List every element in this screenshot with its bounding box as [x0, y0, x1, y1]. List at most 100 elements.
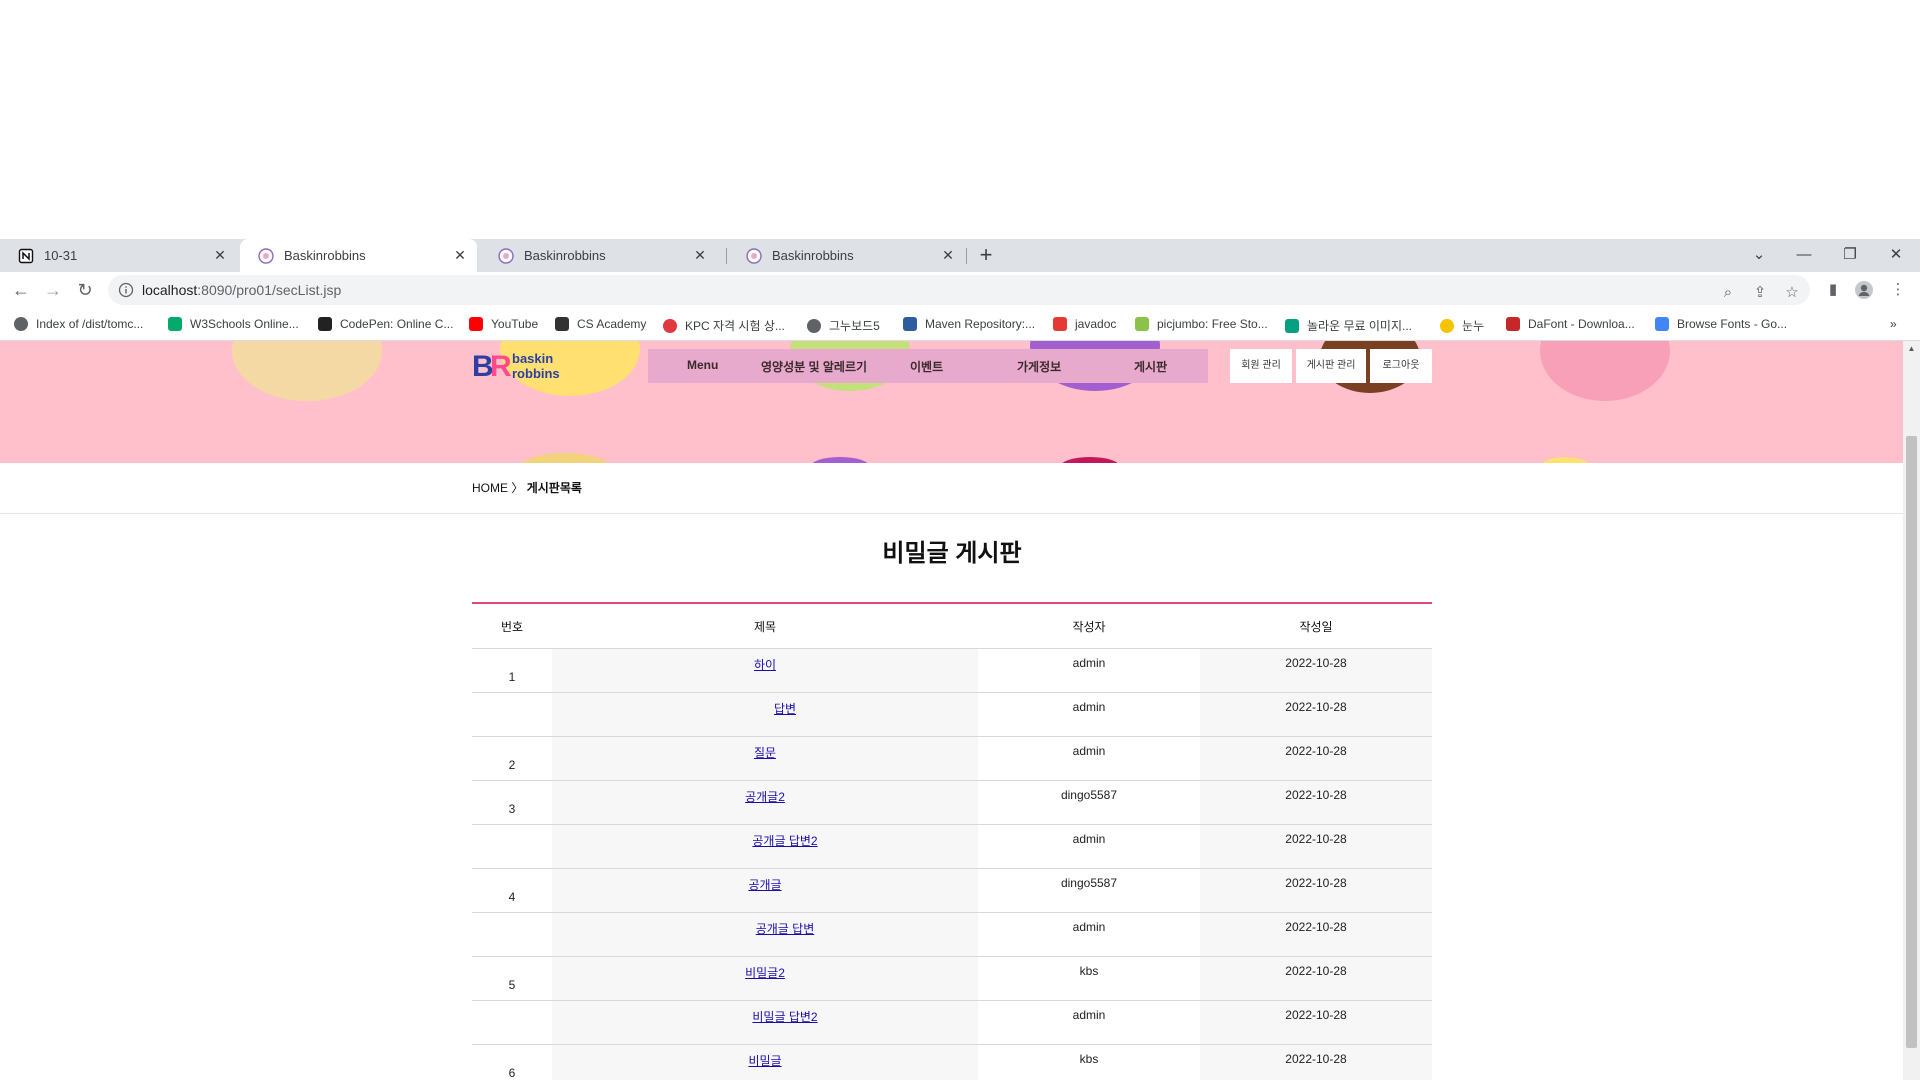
cell-date: 2022-10-28: [1200, 1044, 1432, 1080]
baskin-robbins-logo[interactable]: B R baskin robbins: [472, 347, 568, 383]
post-title-link[interactable]: 비밀글2: [745, 966, 785, 980]
profile-icon[interactable]: [1855, 281, 1873, 299]
reload-icon[interactable]: ↻: [74, 279, 96, 301]
tab-title: 10-31: [44, 248, 78, 263]
close-icon[interactable]: ✕: [453, 248, 467, 262]
back-icon[interactable]: ←: [10, 279, 32, 301]
more-icon[interactable]: ⋮: [1889, 281, 1907, 299]
bookmark-item[interactable]: Index of /dist/tomc...: [14, 317, 143, 331]
zoom-icon[interactable]: ⌕: [1719, 284, 1737, 302]
post-title-link[interactable]: 질문: [754, 746, 776, 760]
cell-author: admin: [978, 1000, 1200, 1045]
board-admin-button[interactable]: 게시판 관리: [1296, 349, 1366, 383]
member-admin-button[interactable]: 회원 관리: [1230, 349, 1292, 383]
nav-nutrition[interactable]: 영양성분 및 알레르기: [761, 358, 867, 375]
table-row: 공개글 답변2 admin 2022-10-28: [472, 824, 1432, 869]
post-title-link[interactable]: 하이: [754, 658, 776, 672]
bookmark-item[interactable]: CodePen: Online C...: [318, 317, 453, 331]
nav-event[interactable]: 이벤트: [910, 358, 943, 375]
cell-author: admin: [978, 824, 1200, 869]
cell-no: [472, 692, 552, 737]
close-icon[interactable]: ✕: [213, 248, 227, 262]
column-header-title: 제목: [552, 603, 978, 649]
bookmark-item[interactable]: CS Academy: [555, 317, 646, 331]
tab-1[interactable]: 10-31 ✕: [0, 239, 237, 272]
breadcrumb-home[interactable]: HOME: [472, 481, 508, 495]
post-date: 2022-10-28: [1285, 656, 1347, 670]
share-icon[interactable]: ⇪: [1751, 284, 1769, 302]
column-header-date: 작성일: [1200, 603, 1432, 649]
nav-store-info[interactable]: 가게정보: [1017, 358, 1061, 375]
close-window-icon[interactable]: ✕: [1884, 244, 1908, 266]
reply-title-link[interactable]: 비밀글 답변2: [752, 1010, 817, 1024]
post-date: 2022-10-28: [1285, 920, 1347, 934]
minimize-icon[interactable]: —: [1792, 244, 1816, 266]
table-row: 3 공개글2 dingo5587 2022-10-28: [472, 780, 1432, 825]
column-header-no: 번호: [472, 603, 552, 649]
cell-date: 2022-10-28: [1200, 868, 1432, 913]
tab-3[interactable]: Baskinrobbins ✕: [480, 239, 717, 272]
oracle-icon: [1053, 317, 1067, 331]
bookmark-item[interactable]: YouTube: [469, 317, 538, 331]
post-title-link[interactable]: 비밀글: [748, 1054, 781, 1068]
cell-title: 공개글 답변2: [552, 824, 978, 869]
cell-title: 답변: [552, 692, 978, 737]
post-title-link[interactable]: 공개글: [748, 878, 781, 892]
cell-author: dingo5587: [978, 868, 1200, 913]
bookmark-item[interactable]: 눈누: [1440, 317, 1484, 334]
bookmark-item[interactable]: javadoc: [1053, 317, 1116, 331]
url-text[interactable]: localhost:8090/pro01/secList.jsp: [142, 282, 341, 298]
column-header-author: 작성자: [978, 603, 1200, 649]
bookmark-item[interactable]: Browse Fonts - Go...: [1655, 317, 1787, 331]
board-body: 1 하이 admin 2022-10-28 답변 admin 2022-10-28 2 질문 ad…: [472, 648, 1432, 1080]
bookmark-item[interactable]: KPC 자격 시험 상...: [663, 317, 785, 334]
close-icon[interactable]: ✕: [941, 248, 955, 262]
more-bookmarks-icon[interactable]: »: [1890, 317, 1897, 331]
info-icon[interactable]: [118, 282, 134, 298]
ice-cream-decoration: [1540, 341, 1670, 401]
bookmark-item[interactable]: picjumbo: Free Sto...: [1135, 317, 1268, 331]
post-number: 6: [508, 1066, 516, 1080]
reply-title-link[interactable]: 답변: [774, 702, 796, 716]
post-title-link[interactable]: 공개글2: [745, 790, 785, 804]
tab-4[interactable]: Baskinrobbins ✕: [728, 239, 965, 272]
toolbar: ← → ↻ localhost:8090/pro01/secList.jsp ⌕…: [0, 272, 1920, 308]
bookmark-item[interactable]: W3Schools Online...: [168, 317, 299, 331]
post-date: 2022-10-28: [1285, 788, 1347, 802]
page-title: 비밀글 게시판: [882, 540, 1022, 567]
table-row: 공개글 답변 admin 2022-10-28: [472, 912, 1432, 957]
bookmark-item[interactable]: Maven Repository:...: [903, 317, 1035, 331]
cell-no: 6: [472, 1044, 552, 1080]
post-author: kbs: [1079, 1052, 1099, 1066]
forward-icon[interactable]: →: [42, 279, 64, 301]
new-tab-icon[interactable]: +: [975, 244, 997, 267]
restore-icon[interactable]: ❐: [1838, 244, 1862, 266]
bookmark-item[interactable]: 놀라운 무료 이미지...: [1285, 317, 1412, 334]
globe-icon: [14, 317, 28, 331]
side-panel-icon[interactable]: ▮: [1824, 281, 1842, 299]
cell-author: dingo5587: [978, 780, 1200, 825]
tab-strip: 10-31 ✕ Baskinrobbins ✕ Baskinrobbins ✕ …: [0, 239, 1920, 272]
nav-menu[interactable]: Menu: [687, 358, 718, 372]
reply-title-link[interactable]: 공개글 답변2: [752, 834, 817, 848]
board-table: 번호 제목 작성자 작성일 1 하이 admin 2022-10-28 답변 admin 2…: [472, 602, 1432, 1080]
baskin-favicon: [498, 247, 514, 264]
tab-2[interactable]: Baskinrobbins ✕: [240, 239, 477, 272]
scrollbar-thumb[interactable]: [1906, 436, 1917, 1048]
bookmark-star-icon[interactable]: ☆: [1783, 284, 1801, 302]
cell-date: 2022-10-28: [1200, 692, 1432, 737]
close-icon[interactable]: ✕: [693, 248, 707, 262]
globe-icon: [807, 318, 821, 333]
post-number: 5: [508, 978, 516, 992]
bookmark-item[interactable]: DaFont - Downloa...: [1506, 317, 1635, 331]
nav-board[interactable]: 게시판: [1134, 358, 1167, 375]
scroll-up-icon[interactable]: ▲: [1906, 344, 1917, 356]
reply-title-link[interactable]: 공개글 답변: [756, 922, 815, 936]
svg-text:R: R: [490, 350, 512, 383]
ice-cream-decoration: [232, 341, 382, 401]
post-number: 1: [508, 670, 516, 684]
bookmark-item[interactable]: 그누보드5: [807, 317, 880, 334]
address-bar[interactable]: localhost:8090/pro01/secList.jsp ⌕ ⇪ ☆: [108, 275, 1810, 305]
tab-search-icon[interactable]: ⌄: [1747, 244, 1771, 266]
logout-button[interactable]: 로그아웃: [1370, 349, 1432, 383]
